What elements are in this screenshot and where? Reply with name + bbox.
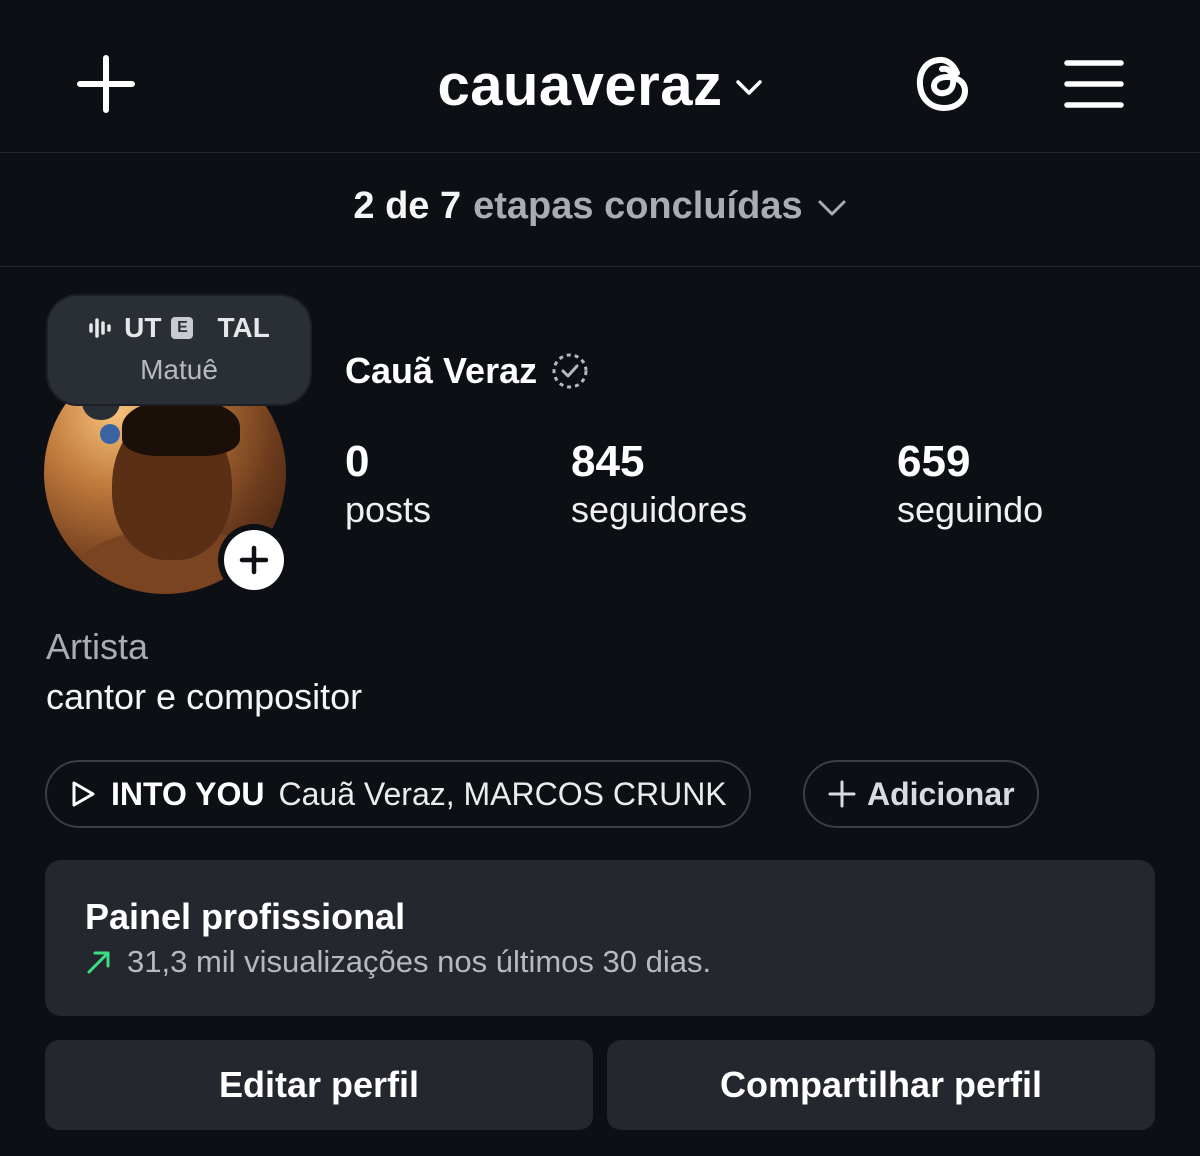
- profile-name: Cauã Veraz: [345, 350, 589, 392]
- followers-label: seguidores: [571, 489, 748, 530]
- add-chip-label: Adicionar: [867, 775, 1015, 812]
- avatar-highlight-dot: [100, 424, 120, 444]
- note-song-part-b: TAL: [217, 312, 270, 343]
- add-story-button[interactable]: [218, 524, 290, 596]
- setup-steps-toggle[interactable]: 2 de 7 etapas concluídas: [0, 170, 1200, 242]
- profile-music-chip[interactable]: INTO YOU Cauã Veraz, MARCOS CRUNK: [45, 760, 751, 828]
- steps-done: 2 de 7: [353, 184, 462, 227]
- steps-rest: etapas concluídas: [473, 184, 803, 227]
- header-divider: [0, 152, 1200, 153]
- chevron-down-icon: [818, 200, 846, 216]
- note-song: UT E TAL: [48, 312, 310, 344]
- stat-posts[interactable]: 0 posts: [345, 436, 431, 532]
- posts-count: 0: [345, 437, 370, 486]
- account-switcher[interactable]: cauaveraz: [0, 50, 1200, 120]
- stat-followers[interactable]: 845 seguidores: [571, 436, 747, 532]
- note-song-part-a: UT: [124, 312, 162, 343]
- note-artist: Matuê: [140, 354, 218, 385]
- play-icon: [72, 781, 95, 807]
- verified-pending-icon[interactable]: [551, 352, 589, 390]
- dashboard-subtitle: 31,3 mil visualizações nos últimos 30 di…: [85, 944, 711, 980]
- display-name-text: Cauã Veraz: [345, 350, 538, 391]
- add-link-chip[interactable]: Adicionar: [803, 760, 1039, 828]
- trend-up-arrow-icon: [87, 951, 110, 974]
- steps-divider: [0, 266, 1200, 267]
- top-bar: cauaveraz: [0, 0, 1200, 152]
- plus-icon: [828, 780, 856, 808]
- followers-count: 845: [571, 437, 645, 486]
- music-artists: Cauã Veraz, MARCOS CRUNK: [278, 775, 727, 812]
- plus-icon: [239, 545, 269, 575]
- following-label: seguindo: [897, 489, 1044, 530]
- username-title: cauaveraz: [437, 52, 723, 118]
- explicit-badge: E: [171, 317, 194, 339]
- avatar-hair-shape: [122, 398, 240, 456]
- profile-category: Artista: [46, 626, 149, 667]
- posts-label: posts: [345, 489, 432, 530]
- dashboard-views-text: 31,3 mil visualizações nos últimos 30 di…: [127, 944, 712, 979]
- stat-following[interactable]: 659 seguindo: [897, 436, 1043, 532]
- music-song-title: INTO YOU: [111, 775, 265, 812]
- share-profile-button[interactable]: Compartilhar perfil: [607, 1040, 1155, 1130]
- dashboard-title: Painel profissional: [85, 896, 406, 937]
- edit-profile-button[interactable]: Editar perfil: [45, 1040, 593, 1130]
- menu-button[interactable]: [1058, 52, 1130, 116]
- profile-bio: cantor e compositor: [46, 676, 363, 717]
- audio-wave-icon: [89, 318, 111, 338]
- following-count: 659: [897, 437, 971, 486]
- threads-button[interactable]: [908, 48, 978, 120]
- hamburger-icon: [1064, 60, 1124, 108]
- note-bubble[interactable]: UT E TAL Matuê: [48, 296, 310, 404]
- chevron-down-icon: [735, 80, 762, 95]
- professional-dashboard-card[interactable]: Painel profissional 31,3 mil visualizaçõ…: [45, 860, 1155, 1016]
- threads-icon: [916, 56, 969, 112]
